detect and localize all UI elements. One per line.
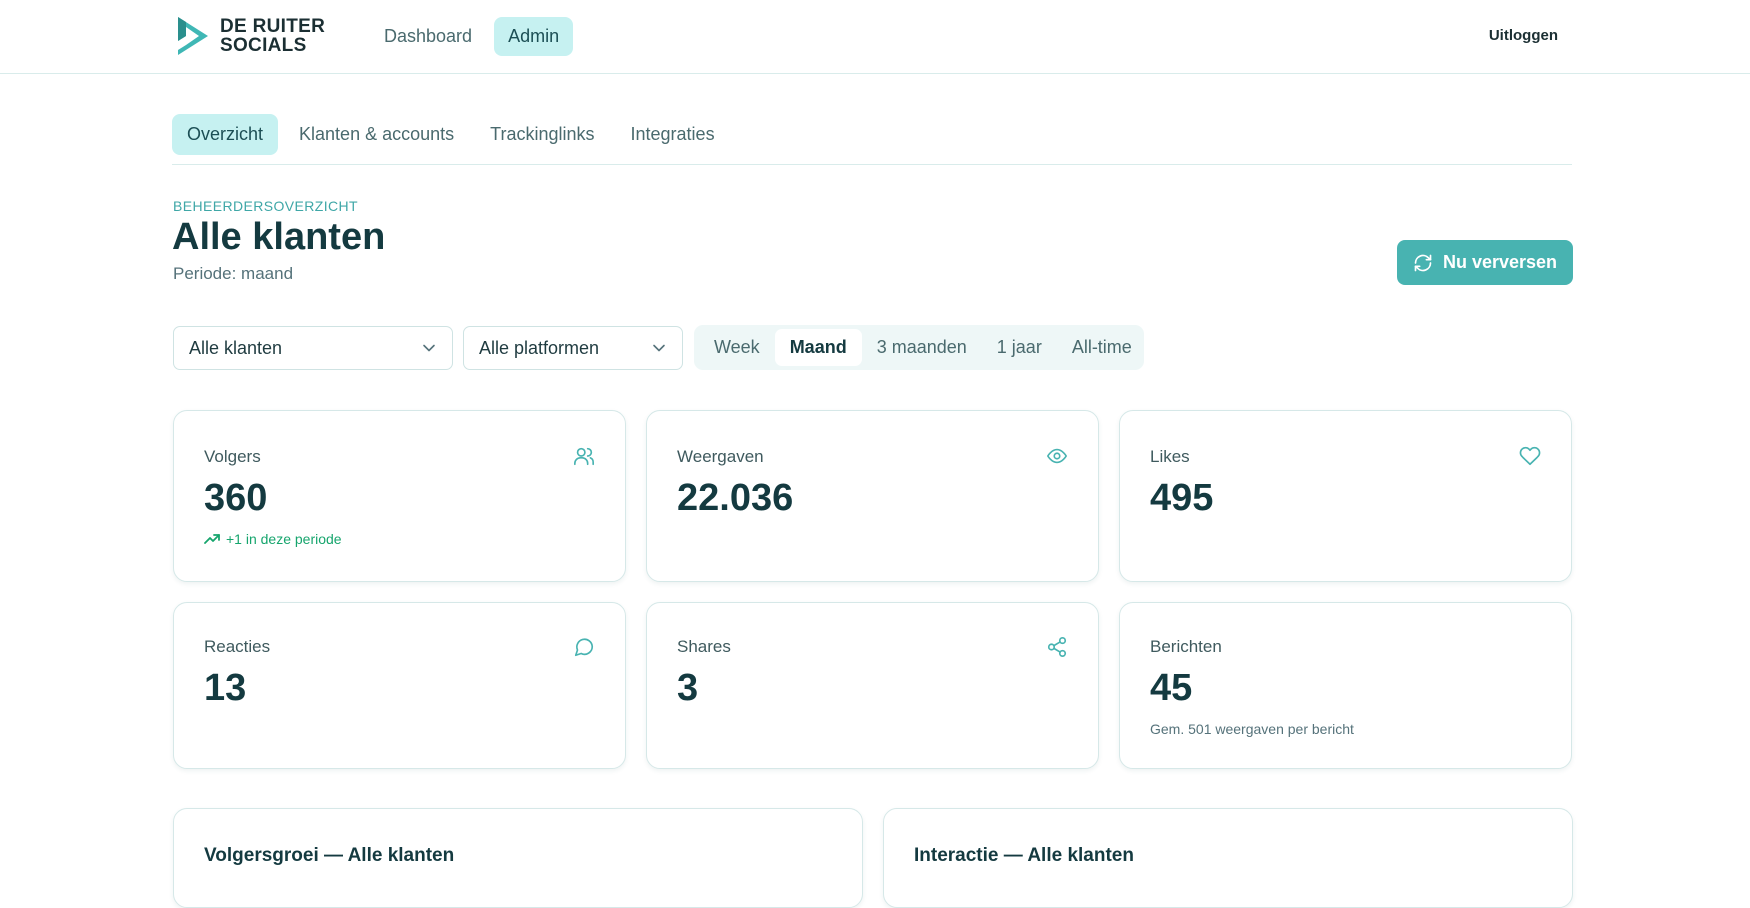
stat-card-likes: Likes 495 [1119,410,1572,582]
stat-value: 360 [204,477,268,519]
eye-icon [1047,448,1067,464]
tab-klanten-accounts[interactable]: Klanten & accounts [284,114,469,155]
nav-dashboard[interactable]: Dashboard [370,17,486,56]
stat-value: 22.036 [677,477,794,519]
main-nav: Dashboard Admin [370,17,574,56]
period-segmented-control: Week Maand 3 maanden 1 jaar All-time [694,325,1144,370]
stat-value: 3 [677,667,699,709]
trending-up-icon [204,534,220,544]
stat-label: Likes [1150,447,1190,466]
nav-admin[interactable]: Admin [494,17,574,56]
brand-logo[interactable]: DE RUITER SOCIALS [174,14,325,58]
stat-label: Berichten [1150,637,1222,656]
tab-integraties[interactable]: Integraties [616,114,730,155]
brand-name-line1: DE RUITER [220,16,326,37]
brand-logo-icon [178,17,208,55]
admin-tabs: Overzicht Klanten & accounts Trackinglin… [172,114,1572,165]
stat-label: Weergaven [677,447,764,466]
page-title: Alle klanten [172,216,386,258]
refresh-button-label: Nu verversen [1442,252,1558,272]
stat-card-shares: Shares 3 [646,602,1099,769]
stat-label: Shares [677,637,731,656]
period-maand[interactable]: Maand [774,329,862,366]
stat-card-reacties: Reacties 13 [173,602,626,769]
stat-card-volgers: Volgers 360 +1 in deze periode [173,410,626,582]
message-circle-icon [574,638,594,657]
period-3-maanden[interactable]: 3 maanden [862,329,982,366]
period-all-time[interactable]: All-time [1057,329,1147,366]
page-eyebrow: BEHEERDERSOVERZICHT [173,198,358,214]
period-1-jaar[interactable]: 1 jaar [982,329,1057,366]
client-select-value: Alle klanten [189,337,283,358]
chevron-down-icon [423,344,435,352]
stat-value: 45 [1150,667,1193,709]
stat-trend-text: +1 in deze periode [226,531,342,547]
period-week[interactable]: Week [699,329,775,366]
stat-value: 13 [204,667,247,709]
stat-trend: +1 in deze periode [204,531,342,547]
stat-value: 495 [1150,477,1214,519]
interaction-panel: Interactie — Alle klanten [883,808,1573,908]
stat-subtext: Gem. 501 weergaven per bericht [1150,721,1354,737]
followers-growth-panel: Volgersgroei — Alle klanten [173,808,863,908]
stat-card-berichten: Berichten 45 Gem. 501 weergaven per beri… [1119,602,1572,769]
panel-title: Interactie — Alle klanten [914,845,1134,866]
tab-trackinglinks[interactable]: Trackinglinks [475,114,609,155]
refresh-icon [1414,254,1432,271]
client-select[interactable]: Alle klanten [173,326,453,370]
refresh-button[interactable]: Nu verversen [1397,240,1573,285]
share-icon [1047,637,1067,657]
stat-label: Reacties [204,637,271,656]
platform-select[interactable]: Alle platformen [463,326,683,370]
brand-name-line2: SOCIALS [220,35,307,56]
tab-overzicht[interactable]: Overzicht [172,114,279,155]
heart-icon [1519,446,1541,466]
stat-label: Volgers [204,447,261,466]
users-icon [574,447,594,466]
logout-link[interactable]: Uitloggen [1489,27,1558,44]
stat-card-weergaven: Weergaven 22.036 [646,410,1099,582]
period-label: Periode: maand [173,264,294,283]
chevron-down-icon [653,344,665,352]
panel-title: Volgersgroei — Alle klanten [204,845,455,866]
top-navbar: DE RUITER SOCIALS Dashboard Admin Uitlog… [0,0,1750,74]
platform-select-value: Alle platformen [479,337,600,358]
brand-name: DE RUITER SOCIALS [220,17,325,55]
